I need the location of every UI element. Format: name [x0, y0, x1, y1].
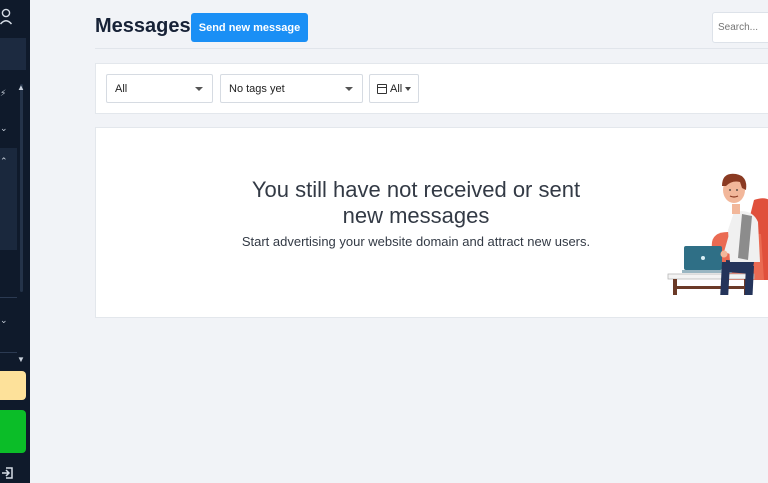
tags-filter-value: No tags yet: [229, 82, 285, 95]
sidebar-divider: [0, 352, 17, 353]
chevron-down-icon[interactable]: ⌄: [0, 125, 8, 134]
scroll-up-icon[interactable]: ▲: [17, 84, 25, 92]
filter-bar: All No tags yet All: [95, 63, 768, 114]
sidebar-scrollbar[interactable]: [20, 84, 23, 292]
empty-state-title: You still have not received or sent new …: [251, 177, 581, 228]
date-filter-button[interactable]: All: [369, 74, 419, 103]
sidebar-divider: [0, 297, 17, 298]
scroll-down-icon[interactable]: ▼: [17, 356, 25, 364]
page-title: Messages: [95, 15, 191, 37]
empty-state-illustration: [667, 173, 768, 295]
sidebar-item-active[interactable]: [0, 38, 26, 70]
calendar-icon: [377, 83, 387, 94]
tags-filter-select[interactable]: No tags yet: [220, 74, 363, 103]
chevron-down-icon[interactable]: ⌄: [0, 317, 8, 326]
sidebar: ▲ ⚡ ⌄ ⌃ ⌄ ▼: [0, 0, 30, 483]
sidebar-yellow-button[interactable]: [0, 371, 26, 400]
chevron-down-icon: [345, 87, 353, 91]
lightning-icon[interactable]: ⚡: [0, 90, 6, 99]
empty-state-card: You still have not received or sent new …: [95, 127, 768, 318]
chevron-down-icon: [405, 86, 412, 91]
status-filter-value: All: [115, 82, 128, 95]
user-icon[interactable]: [0, 8, 14, 26]
chevron-up-icon[interactable]: ⌃: [0, 158, 8, 167]
search-input[interactable]: [712, 12, 768, 43]
header-divider: [95, 48, 768, 49]
date-filter-value: All: [390, 82, 403, 95]
status-filter-select[interactable]: All: [106, 74, 213, 103]
chevron-down-icon: [195, 87, 203, 91]
sidebar-green-button[interactable]: [0, 410, 26, 453]
empty-state-subtitle: Start advertising your website domain an…: [241, 234, 591, 249]
send-new-message-button[interactable]: Send new message: [191, 13, 308, 42]
logout-icon[interactable]: [1, 467, 13, 479]
